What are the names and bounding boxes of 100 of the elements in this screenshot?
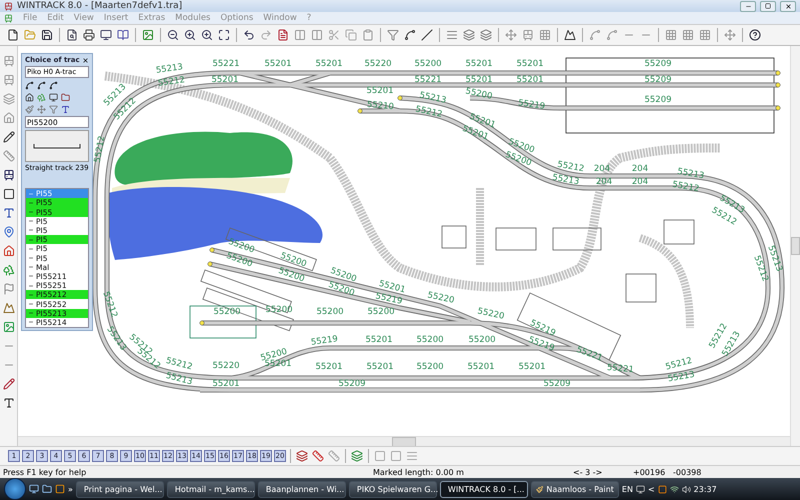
house-icon[interactable] bbox=[2, 244, 16, 258]
track-label: 55201 bbox=[518, 362, 546, 372]
zoom-fit-icon[interactable] bbox=[217, 28, 231, 42]
line-icon[interactable] bbox=[420, 28, 434, 42]
help-icon[interactable] bbox=[748, 28, 762, 42]
print-preview-icon[interactable] bbox=[65, 28, 79, 42]
stack-icon[interactable] bbox=[479, 28, 493, 42]
brush-icon[interactable] bbox=[25, 104, 34, 114]
vertical-scrollbar[interactable] bbox=[790, 46, 800, 446]
zoom-out-icon[interactable] bbox=[166, 28, 180, 42]
cut-icon[interactable] bbox=[327, 28, 341, 42]
close-icon[interactable] bbox=[82, 56, 89, 64]
ruler-icon[interactable] bbox=[311, 449, 325, 463]
text-icon[interactable] bbox=[61, 104, 70, 114]
panel-icon[interactable] bbox=[310, 28, 324, 42]
new-file-icon[interactable] bbox=[6, 28, 20, 42]
move-icon[interactable] bbox=[504, 28, 518, 42]
landscape-icon[interactable] bbox=[141, 28, 155, 42]
close-button[interactable] bbox=[780, 0, 796, 12]
pin-icon[interactable] bbox=[2, 225, 16, 239]
box-icon[interactable] bbox=[389, 449, 403, 463]
save-icon[interactable] bbox=[40, 28, 54, 42]
track-label: 55212 bbox=[157, 75, 186, 89]
more-button[interactable]: » bbox=[68, 484, 73, 494]
track-label: 55212 bbox=[92, 135, 108, 164]
network-icon[interactable] bbox=[670, 484, 679, 494]
layer-tool-icon[interactable] bbox=[2, 92, 16, 106]
taskbar-button[interactable]: WINTRACK 8.0 - [... bbox=[440, 480, 528, 498]
curve-icon[interactable] bbox=[403, 28, 417, 42]
start-button[interactable] bbox=[4, 478, 26, 500]
picture-icon[interactable] bbox=[2, 320, 16, 334]
track-label: 55212 bbox=[100, 290, 120, 320]
train-icon[interactable] bbox=[2, 168, 16, 182]
document-icon[interactable] bbox=[4, 14, 13, 22]
track-label: 55212 bbox=[672, 180, 700, 194]
taskbar-button[interactable]: Print pagina - Wel... bbox=[76, 480, 164, 498]
zoom-in-icon[interactable] bbox=[183, 28, 197, 42]
track-label: 55221 bbox=[212, 59, 240, 69]
layer-icon[interactable] bbox=[295, 449, 309, 463]
hill-icon[interactable] bbox=[2, 301, 16, 315]
list-icon[interactable] bbox=[445, 28, 459, 42]
undo-icon[interactable] bbox=[242, 28, 256, 42]
track-label: 55209 bbox=[644, 75, 672, 85]
taskbar-button[interactable]: Baanplannen - Wi... bbox=[258, 480, 346, 498]
tree-icon[interactable] bbox=[2, 263, 16, 277]
list-icon[interactable] bbox=[405, 449, 419, 463]
paste-icon[interactable] bbox=[361, 28, 375, 42]
flag-icon[interactable] bbox=[2, 282, 16, 296]
building-outline bbox=[626, 274, 656, 302]
taskbar-button[interactable]: Naamloos - Paint bbox=[530, 480, 619, 498]
building-outline bbox=[664, 220, 694, 244]
folder-icon[interactable] bbox=[61, 92, 70, 102]
text-tool-icon[interactable] bbox=[2, 206, 16, 220]
building-icon[interactable] bbox=[25, 92, 34, 102]
edit-icon[interactable] bbox=[2, 377, 16, 391]
monitor-icon[interactable] bbox=[99, 28, 113, 42]
grid-icon[interactable] bbox=[538, 28, 552, 42]
desktop-icon[interactable] bbox=[29, 484, 39, 494]
stack-icon[interactable] bbox=[350, 449, 364, 463]
track-label: 204 bbox=[632, 177, 648, 187]
building-outline bbox=[442, 226, 466, 248]
move-icon[interactable] bbox=[37, 104, 46, 114]
restore-button[interactable] bbox=[760, 0, 776, 12]
track-label: 55219 bbox=[526, 334, 556, 354]
curve-track-icon[interactable] bbox=[25, 80, 34, 90]
track-label: 55200 bbox=[213, 307, 241, 317]
columns-icon[interactable] bbox=[293, 28, 307, 42]
volume-icon[interactable] bbox=[682, 484, 691, 494]
minimize-button[interactable] bbox=[740, 0, 756, 12]
zoom-area-icon[interactable] bbox=[200, 28, 214, 42]
track-label: 55212 bbox=[664, 356, 694, 372]
tray-expand[interactable]: < bbox=[648, 484, 655, 494]
filter-icon[interactable] bbox=[49, 104, 58, 114]
pen-icon[interactable] bbox=[2, 130, 16, 144]
taskbar-button[interactable]: PIKO Spielwaren G... bbox=[348, 480, 437, 498]
track-label: 55220 bbox=[212, 361, 240, 371]
horizontal-scrollbar[interactable] bbox=[18, 436, 790, 446]
frame-icon[interactable] bbox=[2, 187, 16, 201]
font-icon[interactable] bbox=[2, 396, 16, 410]
building-tool-icon[interactable] bbox=[2, 111, 16, 125]
book-icon[interactable] bbox=[116, 28, 130, 42]
ruler-icon[interactable] bbox=[2, 149, 16, 163]
track-label: 55209 bbox=[644, 59, 672, 69]
layers-icon[interactable] bbox=[462, 28, 476, 42]
track-label: 55200 bbox=[468, 335, 496, 345]
brush-icon bbox=[536, 484, 544, 494]
copy-icon[interactable] bbox=[344, 28, 358, 42]
track-label: 55221 bbox=[414, 75, 442, 85]
track-label: 55213 bbox=[552, 172, 580, 188]
track-label: 55200 bbox=[464, 86, 494, 102]
tree-icon[interactable] bbox=[37, 92, 46, 102]
marked-length: Marked length: 0.00 m bbox=[373, 468, 465, 476]
terrain-icon[interactable] bbox=[563, 28, 577, 42]
track-label: 55209 bbox=[644, 95, 672, 105]
document-icon[interactable] bbox=[276, 28, 290, 42]
taskbar-button[interactable]: Hotmail - m_kams... bbox=[166, 480, 255, 498]
track-label: 55201 bbox=[264, 59, 292, 69]
printer-icon[interactable] bbox=[82, 28, 96, 42]
window-title: WINTRACK 8.0 - [Maarten7defv1.tra] bbox=[17, 1, 184, 11]
track-label: 55209 bbox=[543, 379, 571, 389]
